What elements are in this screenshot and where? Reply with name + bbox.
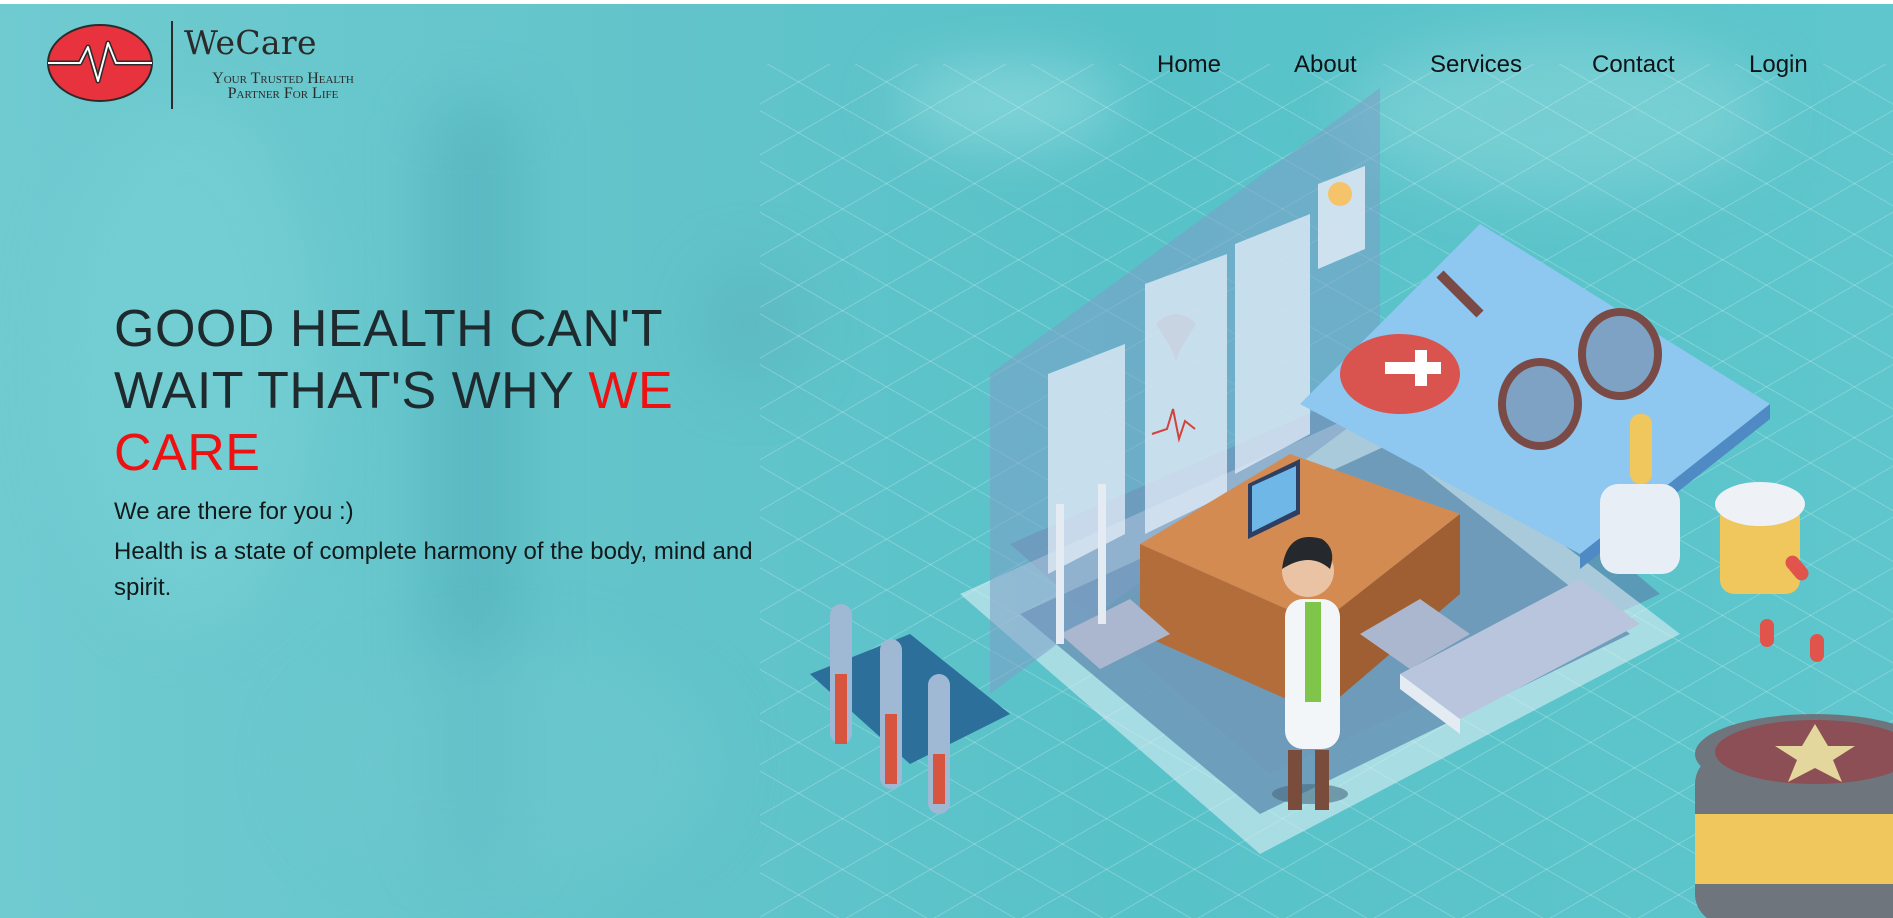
brand-name: WeCare [184,23,317,62]
hero-section: WeCare Your Trusted Health Partner For L… [0,4,1893,918]
brand-tagline-line1: Your Trusted Health [212,70,354,87]
heartbeat-logo-icon [47,24,153,102]
brand-tagline-line2: Partner For Life [227,85,339,102]
hero-description: Health is a state of complete harmony of… [114,538,753,601]
glasses [1498,358,1582,450]
logo-divider [171,21,173,109]
hero-headline: GOOD HEALTH CAN'T WAIT THAT'S WHY WE CAR… [114,298,774,484]
backdrop-blur [300,644,720,884]
hero-headline-main: GOOD HEALTH CAN'T WAIT THAT'S WHY [114,300,663,420]
brand-logo[interactable]: WeCare Your Trusted Health Partner For L… [46,19,386,111]
hero-tagline: We are there for you :) [114,498,354,525]
brand-tagline: Your Trusted Health Partner For Life [183,70,383,102]
doctor-office-illustration [810,88,1893,918]
dropper-bottle [1600,484,1680,574]
